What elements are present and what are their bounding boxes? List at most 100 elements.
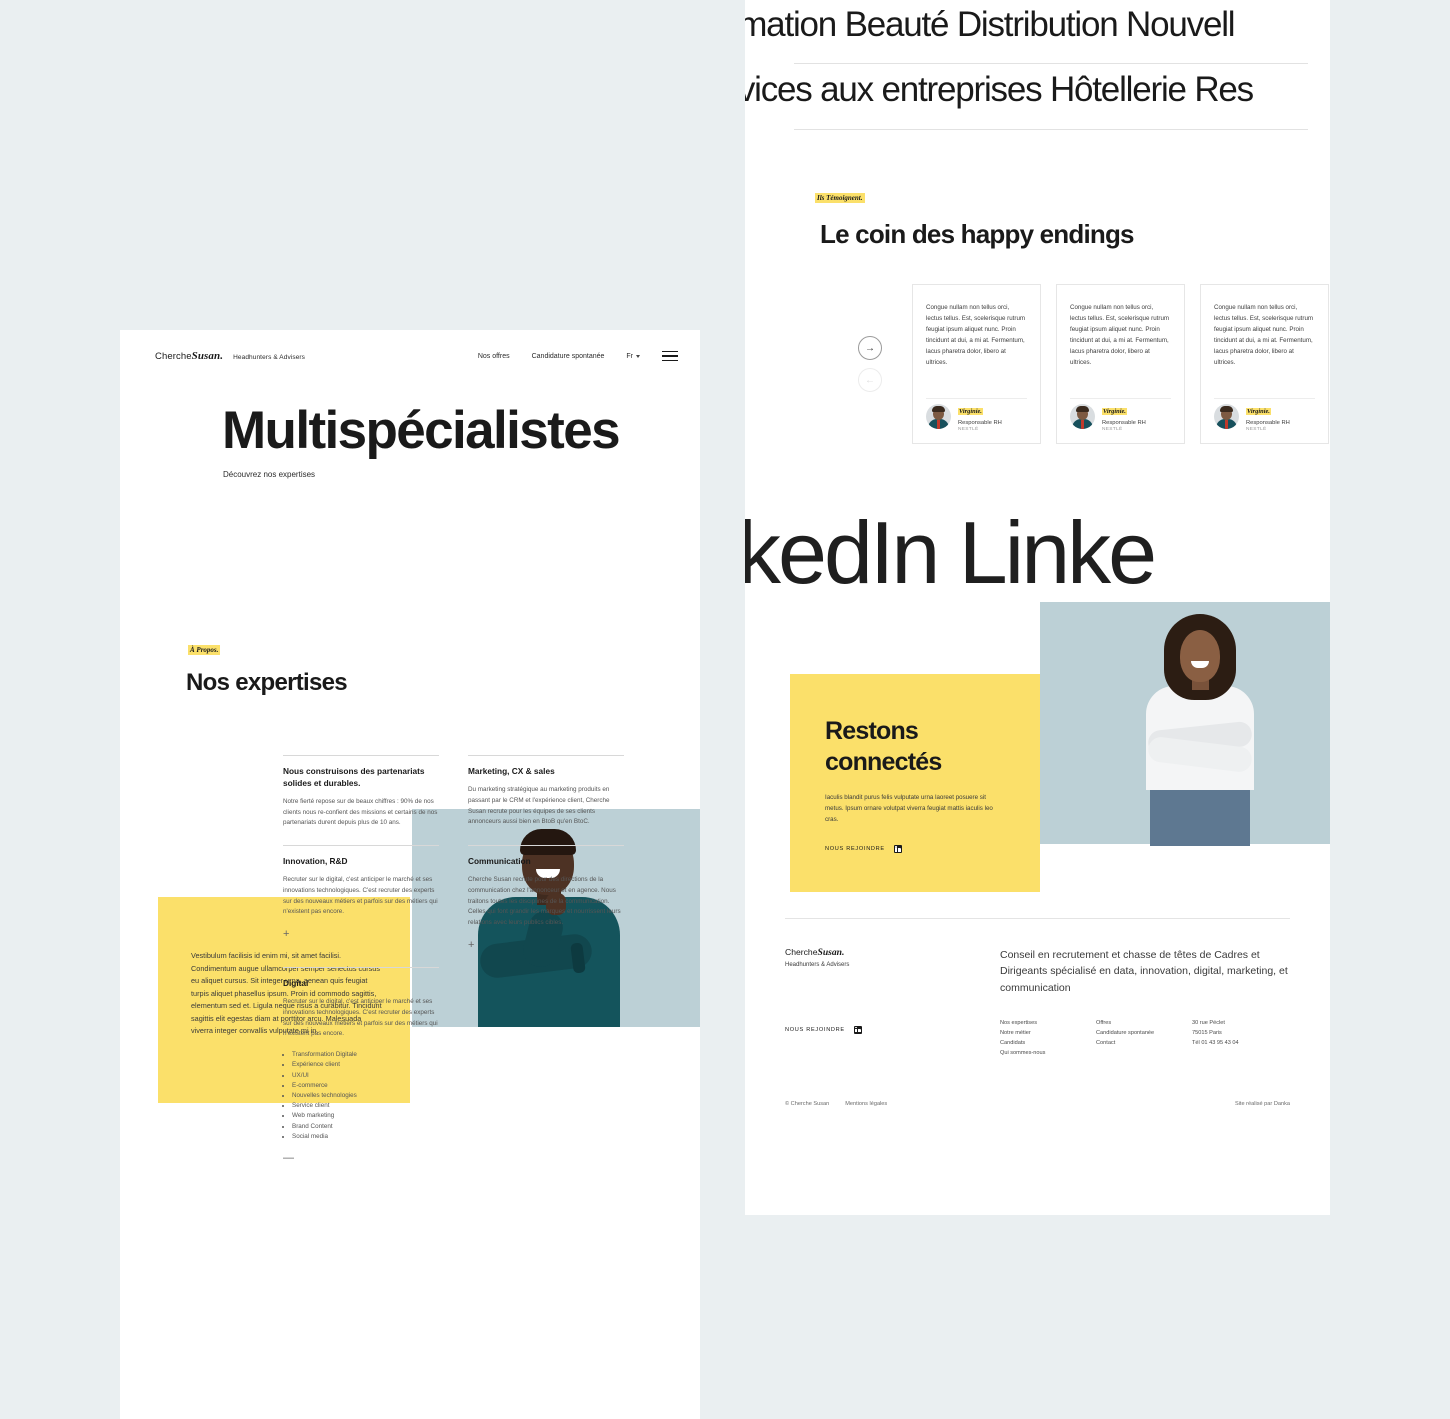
right-page-mockup: ommation Beauté Distribution Nouvell Ser… bbox=[745, 0, 1330, 1215]
list-item: Web marketing bbox=[292, 1111, 439, 1121]
footer-link[interactable]: Qui sommes-nous bbox=[1000, 1048, 1096, 1058]
site-footer: ChercheSusan. Headhunters & Advisers NOU… bbox=[745, 918, 1330, 1122]
screenshot-stage: ChercheSusan. Headhunters & Advisers Nos… bbox=[0, 0, 1450, 1419]
list-item: E-commerce bbox=[292, 1081, 439, 1091]
expertise-card-body: Recruter sur le digital, c'est anticiper… bbox=[283, 997, 438, 1038]
left-page-mockup: ChercheSusan. Headhunters & Advisers Nos… bbox=[120, 330, 700, 1419]
brand-tagline: Headhunters & Advisers bbox=[233, 354, 306, 362]
carousel-prev-arrow-icon[interactable]: ← bbox=[858, 368, 882, 393]
testimonial-author-name: Virginie. bbox=[1102, 408, 1127, 416]
testimonial-card[interactable]: Congue nullam non tellus orci, lectus te… bbox=[912, 284, 1041, 445]
testimonial-author-name: Virginie. bbox=[1246, 408, 1271, 416]
footer-info-col: Conseil en recrutement et chasse de tête… bbox=[1000, 947, 1290, 1058]
collapse-minus-icon[interactable]: — bbox=[283, 1152, 439, 1164]
expertise-card-body: Du marketing stratégique au marketing pr… bbox=[468, 785, 610, 826]
footer-link[interactable]: Offres bbox=[1096, 1018, 1192, 1028]
footer-link[interactable]: Nos expertises bbox=[1000, 1018, 1096, 1028]
brand-logo: ChercheSusan. bbox=[155, 350, 223, 362]
linkedin-icon bbox=[893, 845, 902, 854]
footer-link-columns: Nos expertises Notre métier Candidats Qu… bbox=[1000, 1018, 1290, 1059]
expertise-card-marketing: Marketing, CX & sales Du marketing strat… bbox=[468, 755, 624, 845]
testimonial-author-name: Virginie. bbox=[958, 408, 983, 416]
list-item: Brand Content bbox=[292, 1122, 439, 1132]
testimonial-quote: Congue nullam non tellus orci, lectus te… bbox=[926, 304, 1026, 367]
language-label: Fr bbox=[626, 352, 633, 360]
nav-item-candidature[interactable]: Candidature spontanée bbox=[532, 353, 605, 360]
sector-marquee-line-1: ommation Beauté Distribution Nouvell bbox=[745, 5, 1236, 44]
footer-cta[interactable]: NOUS REJOINDRE bbox=[785, 1026, 1000, 1035]
testimonials-title: Le coin des happy endings bbox=[820, 219, 1135, 249]
divider bbox=[1214, 398, 1315, 400]
expertise-card-body: Recruter sur le digital, c'est anticiper… bbox=[283, 876, 438, 916]
footer-logo-italic: Susan. bbox=[817, 947, 845, 959]
expertise-card-heading: Communication bbox=[468, 856, 531, 867]
carousel-next-arrow-icon[interactable]: → bbox=[858, 336, 882, 361]
list-item: Transformation Digitale bbox=[292, 1050, 439, 1060]
testimonial-author-company: NESTLÉ bbox=[1102, 427, 1123, 433]
connect-photo-woman bbox=[1120, 614, 1280, 847]
footer-credit: Site réalisé par Danka bbox=[1234, 1100, 1290, 1107]
testimonials-header: Ils Témoignent. Le coin des happy ending… bbox=[815, 187, 1330, 251]
footer-phone: Tél 01 43 95 43 04 bbox=[1192, 1040, 1239, 1047]
footer-link[interactable]: Candidature spontanée bbox=[1096, 1028, 1192, 1038]
footer-tagline: Headhunters & Advisers bbox=[785, 962, 850, 969]
footer-column-pages: Nos expertises Notre métier Candidats Qu… bbox=[1000, 1018, 1096, 1059]
main-nav: Nos offres Candidature spontanée Fr bbox=[478, 348, 678, 364]
list-item: Expérience client bbox=[292, 1060, 439, 1070]
testimonial-author: Virginie. Responsable RH NESTLÉ bbox=[926, 400, 1002, 432]
testimonial-author-role: Responsable RH bbox=[958, 420, 1002, 427]
footer-brand-col: ChercheSusan. Headhunters & Advisers NOU… bbox=[785, 947, 1000, 1058]
avatar bbox=[1214, 403, 1239, 429]
chevron-down-icon bbox=[636, 354, 640, 358]
list-item: Nouvelles technologies bbox=[292, 1091, 439, 1101]
brand[interactable]: ChercheSusan. Headhunters & Advisers bbox=[155, 350, 305, 362]
footer-copyright: © Cherche Susan bbox=[785, 1100, 830, 1107]
expertise-grid: Nous construisons des partenariats solid… bbox=[283, 755, 648, 1180]
expertise-card-communication: Communication Cherche Susan recrute pour… bbox=[468, 845, 624, 967]
testimonial-author-role: Responsable RH bbox=[1102, 420, 1146, 427]
connect-cta-label: NOUS REJOINDRE bbox=[825, 846, 885, 853]
footer-link[interactable]: Notre métier bbox=[1000, 1028, 1096, 1038]
testimonial-quote: Congue nullam non tellus orci, lectus te… bbox=[1070, 304, 1170, 367]
hamburger-menu-icon[interactable] bbox=[662, 348, 678, 364]
testimonial-card[interactable]: Congue nullam non tellus orci, lectus te… bbox=[1056, 284, 1185, 445]
footer-description: Conseil en recrutement et chasse de tête… bbox=[1000, 949, 1288, 994]
testimonial-author: Virginie. Responsable RH NESTLÉ bbox=[1070, 400, 1146, 432]
connect-yellow-block: Restons connectés Iaculis blandit purus … bbox=[790, 674, 1040, 893]
connect-title: Restons connectés bbox=[825, 717, 942, 776]
list-item: UX/UI bbox=[292, 1071, 439, 1081]
sector-marquee-line-2: Services aux entreprises Hôtellerie Res bbox=[745, 70, 1254, 109]
divider bbox=[926, 398, 1027, 400]
testimonial-card[interactable]: Congue nullam non tellus orci, lectus te… bbox=[1200, 284, 1329, 445]
expertise-title: Nos expertises bbox=[186, 669, 348, 697]
footer-logo-pre: Cherche bbox=[785, 947, 818, 958]
expertise-card-partenariats: Nous construisons des partenariats solid… bbox=[283, 755, 439, 845]
footer-cta-label: NOUS REJOINDRE bbox=[785, 1027, 845, 1034]
list-item: Service client bbox=[292, 1101, 439, 1111]
nav-item-offres[interactable]: Nos offres bbox=[478, 353, 510, 360]
divider bbox=[794, 63, 1308, 64]
language-selector[interactable]: Fr bbox=[626, 353, 640, 360]
expand-plus-icon[interactable]: + bbox=[283, 929, 439, 940]
footer-logo[interactable]: ChercheSusan. bbox=[785, 947, 1000, 958]
footer-link[interactable]: Contact bbox=[1096, 1038, 1192, 1048]
footer-link[interactable]: Candidats bbox=[1000, 1038, 1096, 1048]
testimonial-cards: Congue nullam non tellus orci, lectus te… bbox=[912, 284, 1329, 445]
avatar bbox=[1070, 403, 1095, 429]
footer-legal-link[interactable]: Mentions légales bbox=[845, 1101, 887, 1107]
expand-plus-icon[interactable]: + bbox=[468, 940, 624, 951]
testimonial-author-company: NESTLÉ bbox=[1246, 427, 1267, 433]
expertise-card-heading: Digital bbox=[283, 978, 309, 989]
footer-address-city: 75015 Paris bbox=[1192, 1029, 1222, 1036]
connect-cta[interactable]: NOUS REJOINDRE bbox=[825, 845, 1040, 854]
site-header: ChercheSusan. Headhunters & Advisers Nos… bbox=[120, 330, 700, 364]
footer-column-actions: Offres Candidature spontanée Contact bbox=[1096, 1018, 1192, 1059]
footer-column-address: 30 rue Péclet 75015 Paris Tél 01 43 95 4… bbox=[1192, 1018, 1239, 1059]
divider bbox=[1070, 398, 1171, 400]
linkedin-icon bbox=[853, 1026, 862, 1035]
expertise-card-body: Notre fierté repose sur de beaux chiffre… bbox=[283, 797, 438, 827]
footer-address-street: 30 rue Péclet bbox=[1192, 1019, 1225, 1026]
expertise-card-digital: Digital Recruter sur le digital, c'est a… bbox=[283, 967, 439, 1180]
linkedin-marquee-text: kedIn Linke bbox=[745, 503, 1157, 603]
connect-section: Restons connectés Iaculis blandit purus … bbox=[745, 602, 1330, 893]
